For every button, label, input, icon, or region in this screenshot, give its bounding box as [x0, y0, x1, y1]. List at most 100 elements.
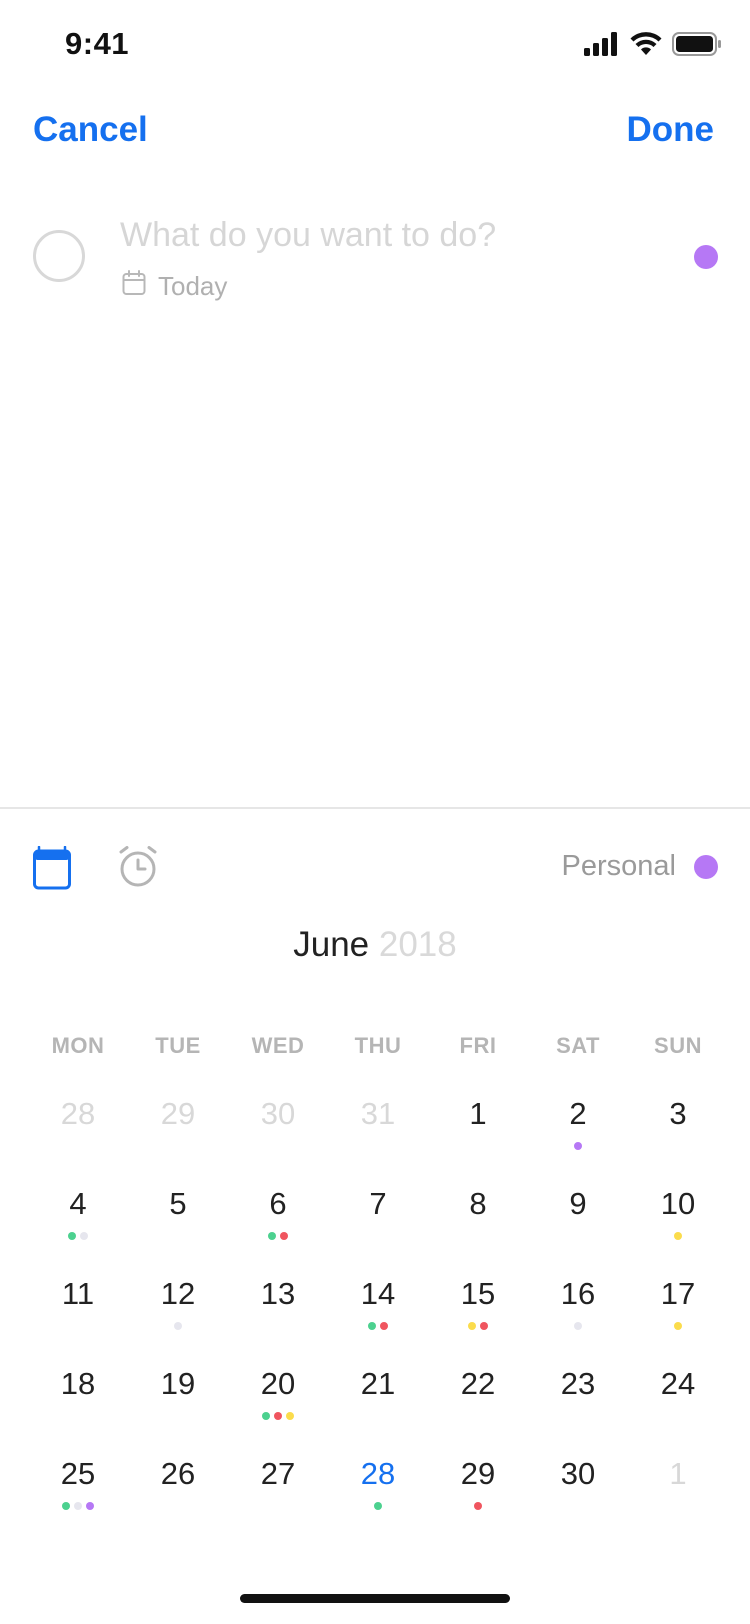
calendar-day[interactable]: 13 — [228, 1270, 328, 1360]
event-dots — [28, 1502, 128, 1510]
weekday-label: TUE — [155, 1033, 201, 1058]
month-name: June — [293, 925, 370, 964]
calendar-day[interactable]: 16 — [528, 1270, 628, 1360]
weekday-header-row: MON TUE WED THU FRI SAT SUN — [28, 1033, 728, 1059]
day-number: 14 — [360, 1276, 396, 1311]
event-dots — [228, 1232, 328, 1240]
calendar-icon[interactable] — [33, 845, 71, 895]
calendar-day[interactable]: 24 — [628, 1360, 728, 1450]
calendar-day[interactable]: 11 — [28, 1270, 128, 1360]
event-dot-green — [68, 1232, 76, 1240]
task-list-color-dot[interactable] — [694, 245, 718, 269]
event-dot-yellow — [468, 1322, 476, 1330]
calendar-day[interactable]: 25 — [28, 1450, 128, 1540]
day-number: 6 — [269, 1186, 287, 1221]
task-due-date[interactable]: Today — [122, 270, 227, 303]
event-dot-yellow — [674, 1322, 682, 1330]
day-number: 15 — [460, 1276, 496, 1311]
calendar-day[interactable]: 21 — [328, 1360, 428, 1450]
day-number: 30 — [260, 1096, 296, 1131]
event-dot-red — [280, 1232, 288, 1240]
calendar-day[interactable]: 23 — [528, 1360, 628, 1450]
status-bar: 9:41 — [0, 0, 750, 92]
list-color-dot — [694, 854, 718, 879]
alarm-icon[interactable] — [118, 846, 158, 893]
done-button[interactable]: Done — [627, 110, 715, 150]
calendar-day[interactable]: 18 — [28, 1360, 128, 1450]
calendar-day[interactable]: 14 — [328, 1270, 428, 1360]
calendar-day[interactable]: 19 — [128, 1360, 228, 1450]
event-dot-green — [268, 1232, 276, 1240]
weekday-label: SUN — [654, 1033, 702, 1058]
calendar-day[interactable]: 29 — [428, 1450, 528, 1540]
event-dot-gray — [574, 1322, 582, 1330]
task-title-input[interactable] — [120, 216, 640, 255]
day-number: 29 — [160, 1096, 196, 1131]
day-number: 26 — [160, 1456, 196, 1491]
calendar-day[interactable]: 1 — [628, 1450, 728, 1540]
event-dots — [428, 1322, 528, 1330]
cellular-signal-icon — [584, 32, 620, 61]
calendar-day[interactable]: 29 — [128, 1090, 228, 1180]
event-dot-gray — [74, 1502, 82, 1510]
day-number: 25 — [60, 1456, 96, 1491]
calendar-day[interactable]: 28 — [28, 1090, 128, 1180]
day-number: 28 — [360, 1456, 396, 1491]
calendar-day[interactable]: 15 — [428, 1270, 528, 1360]
calendar-day[interactable]: 31 — [328, 1090, 428, 1180]
calendar-day[interactable]: 22 — [428, 1360, 528, 1450]
event-dot-red — [474, 1502, 482, 1510]
cancel-button[interactable]: Cancel — [33, 110, 148, 150]
day-number: 16 — [560, 1276, 596, 1311]
day-number: 2 — [569, 1096, 587, 1131]
calendar-day[interactable]: 17 — [628, 1270, 728, 1360]
calendar-day[interactable]: 9 — [528, 1180, 628, 1270]
calendar-day[interactable]: 6 — [228, 1180, 328, 1270]
day-number: 28 — [60, 1096, 96, 1131]
event-dots — [228, 1412, 328, 1420]
day-number: 5 — [169, 1186, 187, 1221]
event-dot-red — [380, 1322, 388, 1330]
event-dot-red — [480, 1322, 488, 1330]
calendar-day[interactable]: 27 — [228, 1450, 328, 1540]
day-number: 9 — [569, 1186, 587, 1221]
status-time: 9:41 — [65, 26, 130, 61]
day-number: 7 — [369, 1186, 387, 1221]
event-dot-green — [368, 1322, 376, 1330]
day-number: 30 — [560, 1456, 596, 1491]
battery-icon — [672, 32, 722, 61]
month-header: June 2018 — [0, 925, 750, 965]
calendar-day[interactable]: 4 — [28, 1180, 128, 1270]
calendar-day[interactable]: 30 — [528, 1450, 628, 1540]
event-dot-green — [374, 1502, 382, 1510]
day-number: 3 — [669, 1096, 687, 1131]
list-picker[interactable]: Personal — [562, 850, 718, 883]
day-number: 4 — [69, 1186, 87, 1221]
day-number: 12 — [160, 1276, 196, 1311]
day-number: 13 — [260, 1276, 296, 1311]
event-dot-green — [262, 1412, 270, 1420]
day-number: 18 — [60, 1366, 96, 1401]
event-dots — [628, 1322, 728, 1330]
calendar-day[interactable]: 5 — [128, 1180, 228, 1270]
calendar-day-today[interactable]: 28 — [328, 1450, 428, 1540]
day-number: 10 — [660, 1186, 696, 1221]
calendar-day[interactable]: 12 — [128, 1270, 228, 1360]
day-number: 22 — [460, 1366, 496, 1401]
event-dot-red — [274, 1412, 282, 1420]
day-number: 1 — [669, 1456, 687, 1491]
calendar-day[interactable]: 26 — [128, 1450, 228, 1540]
calendar-day[interactable]: 30 — [228, 1090, 328, 1180]
task-complete-checkbox[interactable] — [33, 230, 85, 282]
calendar-day[interactable]: 1 — [428, 1090, 528, 1180]
calendar-day[interactable]: 7 — [328, 1180, 428, 1270]
day-number: 23 — [560, 1366, 596, 1401]
calendar-day[interactable]: 10 — [628, 1180, 728, 1270]
calendar-day[interactable]: 8 — [428, 1180, 528, 1270]
day-number: 17 — [660, 1276, 696, 1311]
calendar-day[interactable]: 2 — [528, 1090, 628, 1180]
calendar-small-icon — [122, 270, 146, 303]
calendar-day[interactable]: 20 — [228, 1360, 328, 1450]
task-date-label: Today — [158, 271, 228, 301]
calendar-day[interactable]: 3 — [628, 1090, 728, 1180]
